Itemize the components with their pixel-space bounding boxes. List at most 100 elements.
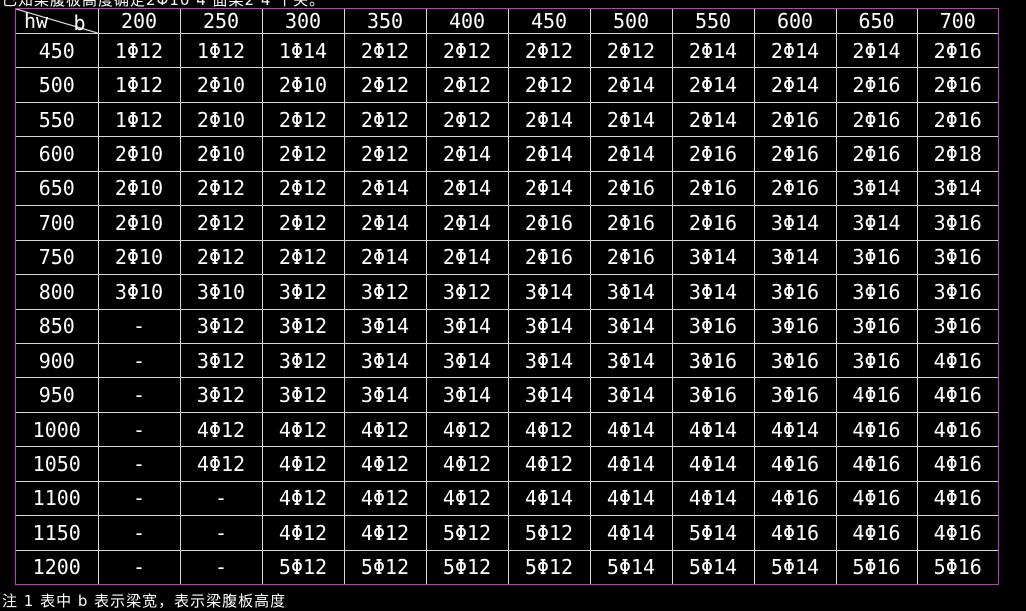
- table-cell: 3Φ14: [671, 274, 755, 310]
- table-cell: 3Φ16: [671, 342, 755, 379]
- table-cell: -: [97, 377, 181, 413]
- table-cell: 2Φ12: [343, 136, 427, 172]
- table-cell: 4Φ14: [589, 411, 673, 448]
- table-cell: 3Φ14: [425, 342, 509, 379]
- table-body: 450 1Φ12 1Φ12 1Φ14 2Φ12 2Φ12 2Φ12 2Φ12 2Φ14 2Φ14 2…: [16, 33, 998, 584]
- table-cell: 2Φ12: [261, 101, 345, 138]
- table-cell: 3Φ14: [835, 205, 918, 241]
- corner-label-hw: hw: [24, 9, 49, 33]
- table-cell: 2Φ14: [753, 33, 837, 69]
- table-row: 900-3Φ12 3Φ12 3Φ14 3Φ14 3Φ14 3Φ14 3Φ16 3Φ16 3Φ16…: [16, 342, 998, 379]
- row-header-hw: 1050: [16, 446, 99, 482]
- table-cell: -: [179, 549, 263, 584]
- table-cell: 3Φ16: [835, 274, 918, 310]
- table-row: 750 2Φ10 2Φ12 2Φ12 2Φ14 2Φ14 2Φ16 2Φ16 3Φ14 3Φ14 3…: [16, 239, 998, 276]
- table-cell: 2Φ12: [261, 239, 345, 276]
- table-cell: 4Φ16: [916, 377, 998, 413]
- table-cell: 3Φ16: [753, 377, 837, 413]
- rebar-table: b hw 200 250 300 350 400 450 500 550 600 650 700 4…: [16, 9, 998, 584]
- table-cell: 4Φ16: [835, 446, 918, 482]
- table-cell: 4Φ16: [835, 480, 918, 517]
- table-cell: 1Φ12: [97, 101, 181, 138]
- table-cell: 2Φ12: [425, 33, 509, 69]
- table-cell: 3Φ16: [753, 342, 837, 379]
- row-header-hw: 1200: [16, 549, 99, 584]
- table-cell: 2Φ12: [179, 170, 263, 207]
- table-cell: 4Φ16: [916, 446, 998, 482]
- table-cell: 1Φ14: [261, 33, 345, 69]
- table-cell: -: [97, 480, 181, 517]
- table-cell: 3Φ16: [916, 308, 998, 344]
- table-cell: 3Φ12: [179, 308, 263, 344]
- table-cell: 4Φ12: [179, 411, 263, 448]
- table-cell: 3Φ14: [589, 274, 673, 310]
- table-cell: 3Φ14: [343, 342, 427, 379]
- table-cell: 2Φ14: [343, 205, 427, 241]
- table-cell: 2Φ14: [507, 101, 591, 138]
- table-cell: 4Φ16: [835, 515, 918, 551]
- table-cell: -: [179, 480, 263, 517]
- table-cell: 3Φ14: [343, 377, 427, 413]
- table-cell: 2Φ12: [261, 170, 345, 207]
- table-cell: 2Φ16: [753, 170, 837, 207]
- table-cell: 3Φ14: [916, 170, 998, 207]
- row-header-hw: 900: [16, 342, 99, 379]
- row-header-hw: 600: [16, 136, 99, 172]
- row-header-hw: 700: [16, 205, 99, 241]
- table-row: 1050-4Φ12 4Φ12 4Φ12 4Φ12 4Φ12 4Φ14 4Φ14 4Φ16 4Φ1…: [16, 446, 998, 482]
- table-cell: -: [97, 411, 181, 448]
- table-cell: 2Φ14: [835, 33, 918, 69]
- table-cell: -: [97, 342, 181, 379]
- table-cell: 3Φ16: [916, 239, 998, 276]
- table-cell: 3Φ14: [507, 274, 591, 310]
- table-cell: 3Φ14: [507, 308, 591, 344]
- table-cell: 2Φ16: [671, 170, 755, 207]
- table-cell: 3Φ12: [261, 274, 345, 310]
- table-cell: 4Φ16: [753, 446, 837, 482]
- table-cell: -: [97, 515, 181, 551]
- table-row: 500 1Φ12 2Φ10 2Φ10 2Φ12 2Φ12 2Φ12 2Φ14 2Φ14 2Φ14 2…: [16, 67, 998, 103]
- table-cell: 2Φ16: [835, 67, 918, 103]
- table-cell: 1Φ12: [97, 67, 181, 103]
- table-cell: 4Φ14: [671, 411, 755, 448]
- table-cell: 2Φ14: [343, 239, 427, 276]
- column-header: 650: [835, 9, 918, 34]
- table-cell: 3Φ10: [179, 274, 263, 310]
- table-row: 1100- -4Φ12 4Φ12 4Φ12 4Φ14 4Φ14 4Φ14 4Φ16 4Φ16 4Φ…: [16, 480, 998, 517]
- table-cell: 3Φ14: [753, 239, 837, 276]
- table-cell: 2Φ12: [261, 136, 345, 172]
- table-cell: 1Φ12: [179, 33, 263, 69]
- table-row: 1150- -4Φ12 4Φ12 5Φ12 5Φ12 4Φ14 5Φ14 4Φ16 4Φ16 4Φ…: [16, 515, 998, 551]
- column-header: 250: [179, 9, 263, 34]
- table-cell: -: [97, 549, 181, 584]
- table-cell: 2Φ12: [261, 205, 345, 241]
- table-cell: 2Φ10: [261, 67, 345, 103]
- table-cell: 4Φ16: [753, 480, 837, 517]
- table-cell: 2Φ10: [179, 101, 263, 138]
- table-cell: 2Φ10: [179, 136, 263, 172]
- table-cell: 3Φ14: [835, 170, 918, 207]
- table-cell: 3Φ12: [179, 377, 263, 413]
- table-cell: 4Φ16: [916, 515, 998, 551]
- corner-cell: b hw: [16, 9, 99, 34]
- table-cell: 4Φ12: [507, 446, 591, 482]
- table-cell: 5Φ12: [425, 515, 509, 551]
- table-cell: 2Φ10: [97, 239, 181, 276]
- table-cell: 4Φ14: [671, 446, 755, 482]
- table-cell: 3Φ14: [343, 308, 427, 344]
- table-cell: 2Φ16: [671, 136, 755, 172]
- table-cell: 4Φ12: [343, 446, 427, 482]
- table-cell: 4Φ16: [916, 411, 998, 448]
- row-header-hw: 1100: [16, 480, 99, 517]
- table-cell: 3Φ12: [261, 308, 345, 344]
- table-cell: -: [179, 515, 263, 551]
- table-cell: 2Φ16: [589, 239, 673, 276]
- table-cell: 2Φ16: [916, 33, 998, 69]
- table-cell: 3Φ14: [671, 239, 755, 276]
- table-cell: 5Φ16: [835, 549, 918, 584]
- table-cell: 3Φ16: [835, 239, 918, 276]
- table-cell: 2Φ14: [753, 67, 837, 103]
- table-cell: 4Φ14: [507, 480, 591, 517]
- table-cell: 2Φ12: [507, 33, 591, 69]
- table-row: 1000-4Φ12 4Φ12 4Φ12 4Φ12 4Φ12 4Φ14 4Φ14 4Φ14 4Φ1…: [16, 411, 998, 448]
